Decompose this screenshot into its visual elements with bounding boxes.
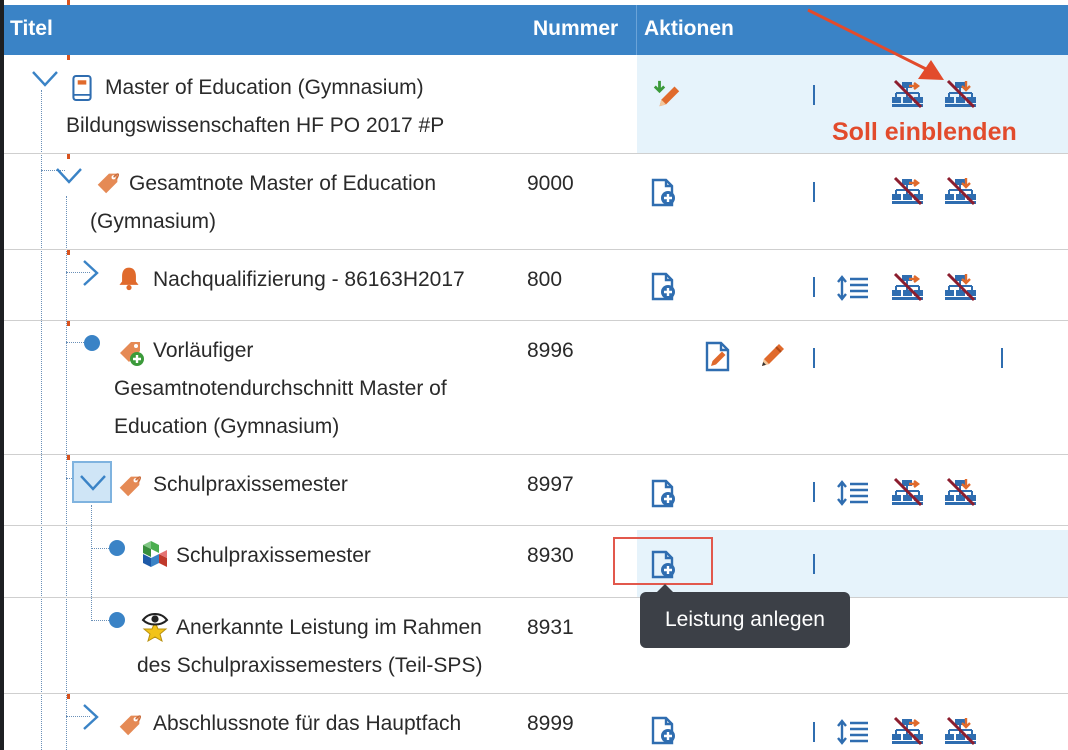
tag-icon <box>116 710 144 738</box>
tree-marker <box>67 154 70 159</box>
highlight-annotation-box <box>613 537 713 585</box>
row-number: 9000 <box>527 172 574 195</box>
hierarchy-off-icon[interactable] <box>891 477 925 507</box>
separator <box>1001 348 1003 368</box>
hierarchy-off-download-icon[interactable] <box>944 272 978 302</box>
bell-icon <box>116 264 142 292</box>
separator <box>813 182 815 202</box>
row-title-line[interactable]: Gesamtnote Master of Education <box>129 165 436 203</box>
hierarchy-off-icon[interactable] <box>891 716 925 746</box>
row-number: 8997 <box>527 473 574 496</box>
tree-marker <box>67 455 70 460</box>
tree-marker <box>67 694 70 699</box>
table-row[interactable]: Anerkannte Leistung im Rahmen des Schulp… <box>4 598 1068 694</box>
row-title-line[interactable]: Schulpraxissemester <box>153 466 348 504</box>
row-number: 800 <box>527 268 563 291</box>
leaf-dot <box>84 335 100 351</box>
chevron-right-icon[interactable] <box>81 258 101 288</box>
row-title-line[interactable]: Gesamtnotendurchschnitt Master of <box>114 370 447 408</box>
row-title-line[interactable]: Education (Gymnasium) <box>114 408 339 446</box>
chevron-right-icon[interactable] <box>81 702 101 732</box>
star-eye-icon <box>139 610 171 642</box>
table-row[interactable]: Abschlussnote für das Hauptfach 8999 <box>4 694 1068 750</box>
hierarchy-off-icon[interactable] <box>891 176 925 206</box>
row-title-line[interactable]: Vorläufiger <box>153 332 253 370</box>
tree-marker <box>67 321 70 326</box>
row-number: 8999 <box>527 712 574 735</box>
row-title-line[interactable]: Nachqualifizierung - 86163H2017 <box>153 261 465 299</box>
add-document-icon[interactable] <box>650 178 678 208</box>
row-number: 8996 <box>527 339 574 362</box>
tag-icon <box>116 471 144 499</box>
sort-icon[interactable] <box>836 479 870 507</box>
add-document-icon[interactable] <box>650 272 678 302</box>
hierarchy-off-download-icon[interactable] <box>944 716 978 746</box>
chevron-down-icon[interactable] <box>54 166 84 186</box>
blocks-icon <box>139 538 171 570</box>
pencil-icon[interactable] <box>757 341 787 371</box>
table-row[interactable]: Schulpraxissemester 8997 <box>4 455 1068 526</box>
separator <box>813 348 815 368</box>
hierarchy-off-download-icon[interactable] <box>944 176 978 206</box>
hierarchy-off-download-icon[interactable] <box>944 477 978 507</box>
row-number: 8930 <box>527 544 574 567</box>
separator <box>813 277 815 297</box>
chevron-down-icon[interactable] <box>78 473 108 493</box>
annotation-arrow-icon <box>807 8 944 80</box>
row-title-line[interactable]: Schulpraxissemester <box>176 537 371 575</box>
add-document-icon[interactable] <box>650 479 678 509</box>
tag-icon <box>94 168 122 196</box>
leaf-dot <box>109 540 125 556</box>
separator <box>813 722 815 742</box>
tag-add-icon <box>116 337 148 369</box>
annotation-label: Soll einblenden <box>832 118 1017 146</box>
table-row[interactable]: Vorläufiger Gesamtnotendurchschnitt Mast… <box>4 321 1068 455</box>
separator <box>813 482 815 502</box>
leaf-dot <box>109 612 125 628</box>
row-title-line[interactable]: Anerkannte Leistung im Rahmen <box>176 609 482 647</box>
sort-icon[interactable] <box>836 718 870 746</box>
expand-toggle-selected[interactable] <box>72 461 112 503</box>
separator <box>813 554 815 574</box>
row-title-line[interactable]: (Gymnasium) <box>90 203 216 241</box>
table-row[interactable]: Schulpraxissemester 8930 <box>4 526 1068 598</box>
hierarchy-off-icon[interactable] <box>891 272 925 302</box>
row-title-line[interactable]: Abschlussnote für das Hauptfach <box>153 705 461 743</box>
tree-marker <box>67 250 70 255</box>
table-row[interactable]: Gesamtnote Master of Education (Gymnasiu… <box>4 154 1068 250</box>
add-document-icon[interactable] <box>650 716 678 746</box>
sort-icon[interactable] <box>836 274 870 302</box>
edit-document-icon[interactable] <box>704 341 734 373</box>
table-row[interactable]: Nachqualifizierung - 86163H2017 800 <box>4 250 1068 321</box>
tooltip: Leistung anlegen <box>640 592 850 648</box>
row-number: 8931 <box>527 616 574 639</box>
row-title-line[interactable]: des Schulpraxissemesters (Teil-SPS) <box>137 647 482 685</box>
